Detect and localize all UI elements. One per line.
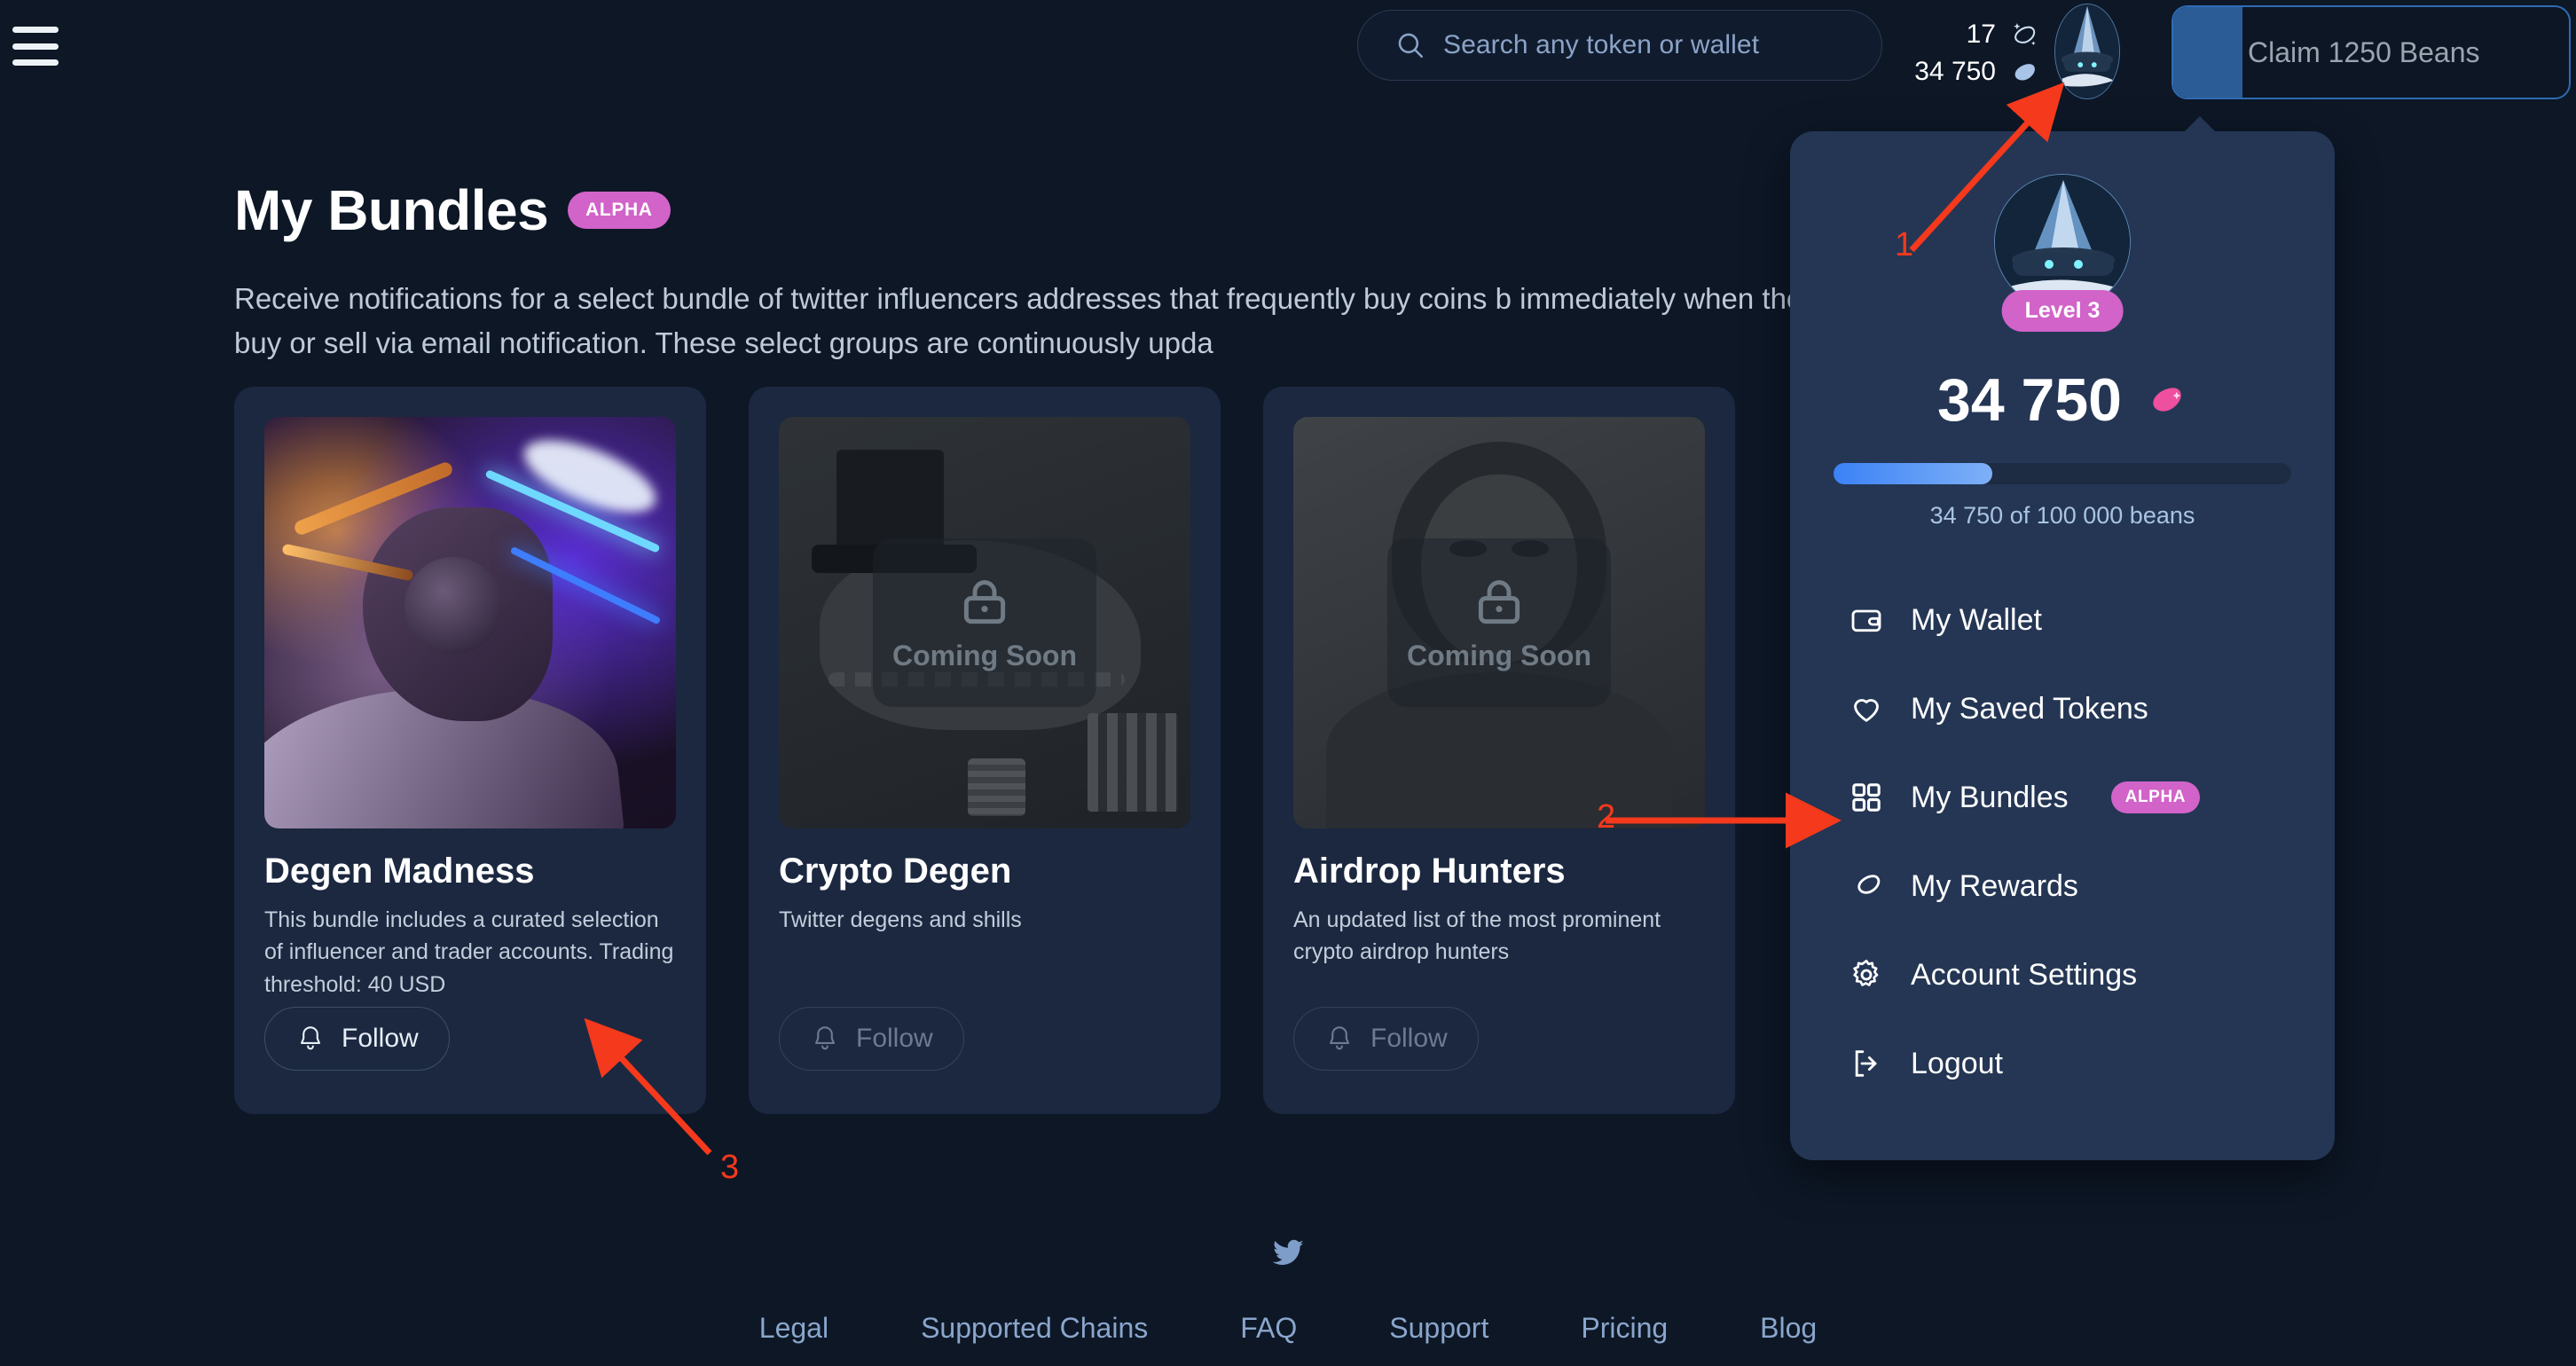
locked-overlay: Coming Soon	[873, 538, 1096, 707]
bundle-card-title: Degen Madness	[264, 852, 535, 891]
lock-icon	[1478, 579, 1520, 624]
header-avatar-button[interactable]	[2054, 4, 2120, 99]
lock-icon	[963, 579, 1006, 624]
beans-count: 34 750	[1914, 57, 1996, 86]
follow-button-label: Follow	[342, 1024, 419, 1053]
bundle-card-image: Coming Soon	[1293, 417, 1705, 828]
app-footer: Legal Supported Chains FAQ Support Prici…	[0, 1234, 2576, 1345]
bell-icon	[1330, 1026, 1349, 1050]
beans-row: 34 750	[1914, 55, 2040, 89]
dropdown-item-label: My Saved Tokens	[1911, 691, 2148, 726]
search-icon	[1398, 33, 1424, 59]
bundle-card-list: Degen Madness This bundle includes a cur…	[234, 387, 1735, 1114]
dropdown-beans-number: 34 750	[1937, 366, 2122, 434]
bundle-card-title: Crypto Degen	[779, 852, 1012, 891]
bundle-card-image	[264, 417, 676, 828]
hamburger-bar	[12, 43, 59, 50]
streak-row: 17	[1967, 18, 2040, 51]
hamburger-bar	[12, 59, 59, 66]
annotation-number-1: 1	[1895, 226, 1914, 263]
footer-link-supported-chains[interactable]: Supported Chains	[921, 1312, 1148, 1345]
dropdown-item-logout[interactable]: Logout	[1790, 1019, 2335, 1108]
streak-count: 17	[1966, 20, 1996, 49]
follow-button-label: Follow	[856, 1024, 933, 1053]
dropdown-item-my-rewards[interactable]: My Rewards	[1790, 842, 2335, 930]
bell-icon	[301, 1026, 320, 1050]
bundle-card-description: Twitter degens and shills	[779, 907, 1022, 932]
claim-beans-button[interactable]: Claim 1250 Beans	[2172, 5, 2571, 99]
dropdown-item-label: My Bundles	[1911, 780, 2069, 814]
bean-icon	[2014, 64, 2035, 81]
dropdown-item-my-wallet[interactable]: My Wallet	[1790, 576, 2335, 664]
beans-summary: 17 34 750	[1889, 5, 2040, 101]
beans-progress-fill	[1834, 463, 1993, 484]
follow-button[interactable]: Follow	[264, 1007, 450, 1071]
gear-icon	[1849, 957, 1884, 993]
dropdown-item-alpha-badge: ALPHA	[2110, 781, 2201, 813]
hamburger-bar	[12, 27, 59, 33]
bell-icon	[815, 1026, 835, 1050]
dropdown-caret	[2184, 116, 2216, 132]
footer-link-faq[interactable]: FAQ	[1240, 1312, 1297, 1345]
heart-icon	[1849, 691, 1884, 726]
follow-button-label: Follow	[1370, 1024, 1448, 1053]
beans-progress-bar	[1834, 463, 2291, 484]
footer-link-legal[interactable]: Legal	[759, 1312, 829, 1345]
dropdown-menu: My Wallet My Saved Tokens My Bundles ALP…	[1790, 576, 2335, 1108]
claim-beans-label: Claim 1250 Beans	[2248, 35, 2480, 68]
claim-progress-fill	[2173, 7, 2242, 98]
dropdown-item-my-bundles[interactable]: My Bundles ALPHA	[1790, 753, 2335, 842]
dropdown-item-account-settings[interactable]: Account Settings	[1790, 930, 2335, 1019]
annotation-number-3: 3	[720, 1149, 740, 1186]
locked-overlay: Coming Soon	[1387, 538, 1611, 707]
level-badge: Level 3	[2001, 290, 2124, 332]
search-input[interactable]: Search any token or wallet	[1357, 10, 1882, 81]
dropdown-item-my-saved-tokens[interactable]: My Saved Tokens	[1790, 664, 2335, 753]
beans-progress-label: 34 750 of 100 000 beans	[1929, 502, 2195, 529]
dropdown-item-label: Account Settings	[1911, 957, 2138, 992]
hamburger-icon[interactable]	[12, 27, 59, 66]
follow-button[interactable]: Follow	[1293, 1007, 1479, 1071]
coming-soon-label: Coming Soon	[892, 639, 1077, 671]
footer-link-support[interactable]: Support	[1389, 1312, 1488, 1345]
coming-soon-label: Coming Soon	[1407, 639, 1591, 671]
logout-icon	[1849, 1046, 1884, 1081]
dropdown-avatar-wrap: Level 3	[1994, 174, 2131, 332]
bean-icon	[2153, 388, 2181, 412]
footer-links: Legal Supported Chains FAQ Support Prici…	[0, 1312, 2576, 1345]
bundle-card[interactable]: Coming Soon Airdrop Hunters An updated l…	[1263, 387, 1735, 1114]
footer-link-pricing[interactable]: Pricing	[1581, 1312, 1668, 1345]
page-description: Receive notifications for a select bundl…	[234, 282, 1818, 360]
bundle-card[interactable]: Degen Madness This bundle includes a cur…	[234, 387, 706, 1114]
grid-icon	[1849, 780, 1884, 815]
search-placeholder: Search any token or wallet	[1443, 30, 1760, 59]
bundle-card[interactable]: Coming Soon Crypto Degen Twitter degens …	[749, 387, 1221, 1114]
twitter-icon[interactable]	[1269, 1234, 1307, 1271]
annotation-number-2: 2	[1597, 798, 1616, 836]
bundle-artwork	[264, 417, 676, 828]
page-title-alpha-badge: ALPHA	[568, 192, 671, 229]
bundle-card-title: Airdrop Hunters	[1293, 852, 1566, 891]
app-header: Search any token or wallet 17 34 750 Cla…	[0, 0, 2576, 105]
dropdown-item-label: My Wallet	[1911, 602, 2042, 637]
bean-icon	[1849, 868, 1884, 904]
page-title-row: My Bundles ALPHA	[234, 177, 671, 243]
wallet-icon	[1849, 602, 1884, 638]
bundle-card-description: This bundle includes a curated selection…	[264, 907, 674, 997]
account-dropdown: Level 3 34 750 34 750 of 100 000 beans M…	[1790, 116, 2335, 1160]
bundle-card-image: Coming Soon	[779, 417, 1190, 828]
wizard-avatar	[2055, 4, 2119, 98]
follow-button[interactable]: Follow	[779, 1007, 964, 1071]
dropdown-beans-total: 34 750	[1790, 365, 2335, 435]
sparkle-bean-icon	[2014, 23, 2036, 46]
bundle-card-description: An updated list of the most prominent cr…	[1293, 907, 1661, 965]
dropdown-item-label: Logout	[1911, 1046, 2003, 1080]
dropdown-item-label: My Rewards	[1911, 868, 2078, 903]
page-title: My Bundles	[234, 178, 549, 242]
footer-link-blog[interactable]: Blog	[1760, 1312, 1817, 1345]
